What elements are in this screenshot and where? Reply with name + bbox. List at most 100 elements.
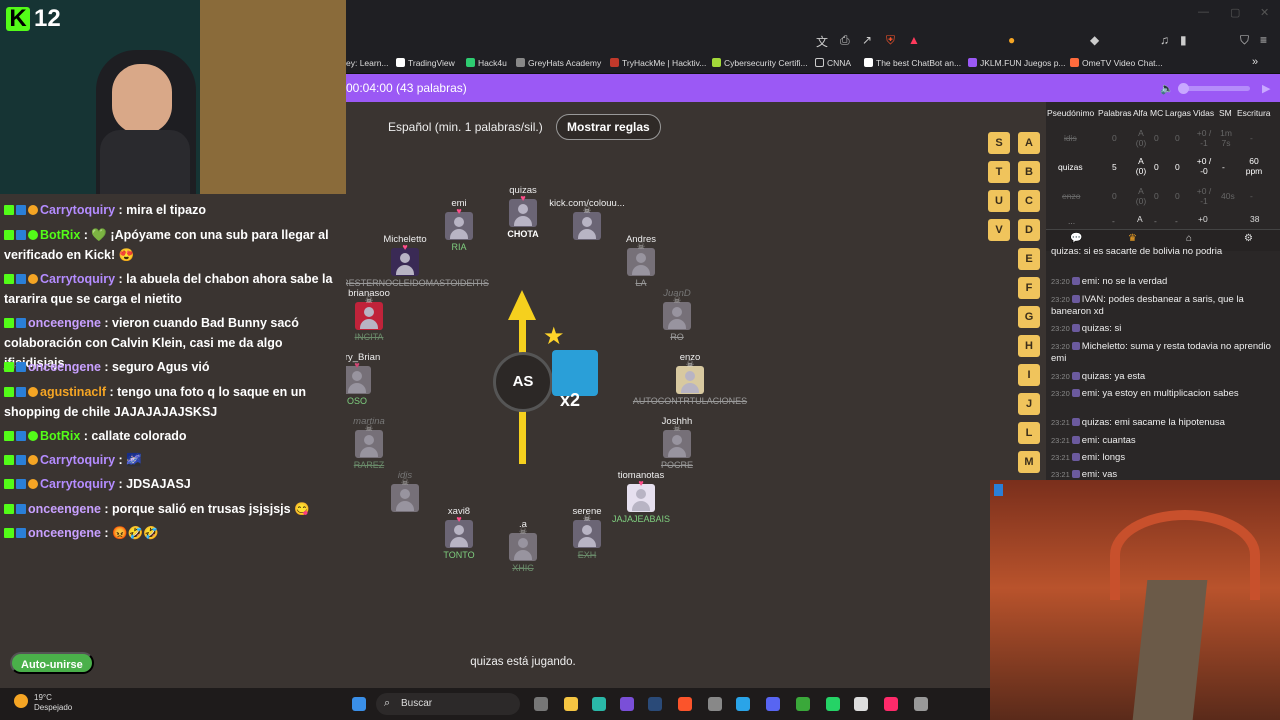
chat-user: onceengene: [28, 360, 101, 374]
settings-icon[interactable]: ⚙: [1244, 233, 1253, 244]
bookmark-item[interactable]: Hack4u: [466, 58, 507, 68]
capcut-icon[interactable]: [854, 697, 868, 711]
score-typing: 38: [1250, 214, 1260, 224]
play-icon[interactable]: ▶: [1262, 82, 1270, 95]
bookmark-item[interactable]: OmeTV Video Chat...: [1070, 58, 1163, 68]
game-header-bar: [346, 74, 1280, 102]
chat-message: 23:20 emi: no se la verdad: [1051, 276, 1168, 287]
chat-message: 23:21 emi: cuantas: [1051, 435, 1136, 446]
bookmark-item[interactable]: The best ChatBot an...: [864, 58, 961, 68]
player-avatar: ♥: [627, 478, 655, 512]
share-icon[interactable]: ↗: [862, 33, 872, 47]
letter-tile: G: [1018, 306, 1040, 328]
menu-icon[interactable]: ≡: [1260, 33, 1267, 47]
col-header: Largas: [1165, 108, 1191, 118]
room-icon[interactable]: ⌂: [1186, 233, 1192, 244]
show-rules-button[interactable]: Mostrar reglas: [556, 114, 661, 140]
vpn-icon[interactable]: ⛉: [1240, 33, 1249, 48]
score-lives: +0 / -1: [1196, 186, 1212, 206]
heart-icon: ♥: [638, 478, 644, 488]
skull-icon: ☠: [636, 241, 646, 251]
chat-message: 23:20 Micheletto: suma y resta todavia no…: [1051, 341, 1271, 364]
score-lives: +0: [1198, 214, 1208, 224]
chat-text: mira el tipazo: [126, 203, 207, 217]
maximize-icon[interactable]: ▢: [1230, 6, 1240, 19]
score-typing: 60 ppm: [1245, 156, 1263, 176]
bookmark-item[interactable]: ey: Learn...: [346, 58, 389, 68]
gift-badge-icon: [28, 205, 38, 215]
player-avatar: ☠: [509, 526, 537, 561]
weather-icon[interactable]: [14, 694, 28, 708]
score-long: 0: [1175, 191, 1180, 201]
gift-badge-icon: [28, 479, 38, 489]
score-alfa: A (0): [1135, 156, 1147, 176]
minecraft-icon[interactable]: [796, 697, 810, 711]
bookmark-item[interactable]: Cybersecurity Certifi...: [712, 58, 808, 68]
volume-icon[interactable]: 🔈: [1160, 82, 1174, 95]
player-avatar: ♥: [445, 514, 473, 548]
volume-slider-knob[interactable]: [1178, 83, 1189, 94]
extension-icon[interactable]: ◆: [1090, 33, 1099, 47]
player-avatar: ☠: [573, 513, 601, 548]
discord-icon[interactable]: [766, 697, 780, 711]
brave-rewards-icon[interactable]: ▲: [908, 33, 920, 47]
chat-time: 23:20: [1051, 277, 1070, 286]
task-view-icon[interactable]: [534, 697, 548, 711]
settings-icon[interactable]: [914, 697, 928, 711]
chat-user: Carrytoquiry: [40, 477, 116, 491]
sub-badge-icon: [16, 479, 26, 489]
col-header: MC: [1150, 108, 1164, 118]
telegram-icon[interactable]: [736, 697, 750, 711]
minimize-icon[interactable]: —: [1198, 6, 1209, 18]
media-icon[interactable]: ♫: [1160, 33, 1169, 47]
taskbar-search[interactable]: Buscar: [376, 693, 520, 715]
chat-user: quizas: [1081, 323, 1110, 334]
close-icon[interactable]: ✕: [1260, 6, 1269, 19]
letter-tile: S: [988, 132, 1010, 154]
score-words: 0: [1112, 133, 1117, 143]
user-badge-icon: [1071, 342, 1080, 350]
score-lives: +0 / -1: [1196, 128, 1212, 148]
bookmark-item[interactable]: TradingView: [396, 58, 455, 68]
score-name: enzo: [1062, 191, 1081, 201]
vscode-icon[interactable]: [592, 697, 606, 711]
file-explorer-icon[interactable]: [564, 697, 578, 711]
screenshot-icon[interactable]: ⎙: [840, 33, 850, 48]
brave-shield-icon[interactable]: ⛨: [886, 33, 895, 48]
chat-user: quizas: [1051, 246, 1079, 257]
score-name: idis: [1064, 133, 1077, 143]
bookmark-item[interactable]: GreyHats Academy: [516, 58, 601, 68]
kick-logo-icon: K: [6, 7, 30, 31]
kick-badge-icon: [4, 318, 14, 328]
chat-user: emi: [1081, 452, 1098, 463]
score-words: 5: [1112, 162, 1117, 172]
steam-icon[interactable]: [648, 697, 662, 711]
windows-start-icon[interactable]: [352, 697, 366, 711]
skull-icon: ☠: [518, 526, 528, 536]
heart-icon: ♥: [402, 242, 408, 252]
bookmark-folder[interactable]: CNNA: [815, 58, 851, 68]
translate-icon[interactable]: 文: [816, 33, 828, 50]
letter-tile: I: [1018, 364, 1040, 386]
tiktok-icon[interactable]: [884, 697, 898, 711]
skull-icon: ☠: [364, 423, 374, 433]
trophy-icon[interactable]: ♛: [1128, 233, 1137, 244]
app-icon[interactable]: [620, 697, 634, 711]
skull-icon: ☠: [582, 205, 592, 215]
app-icon[interactable]: [708, 697, 722, 711]
volume-slider[interactable]: [1178, 83, 1250, 94]
user-badge-icon: [1071, 372, 1080, 380]
bookmark-item[interactable]: JKLM.FUN Juegos p...: [968, 58, 1066, 68]
sidebar-icon[interactable]: ▮: [1180, 33, 1187, 47]
chat-bubble-icon[interactable]: 💬: [1070, 233, 1082, 244]
auto-join-button[interactable]: Auto-unirse: [10, 652, 94, 674]
more-bookmarks-icon[interactable]: »: [1252, 56, 1258, 68]
extension-icon[interactable]: ●: [1008, 33, 1015, 47]
chat-user: quizas: [1081, 371, 1110, 382]
bookmark-item[interactable]: TryHackMe | Hacktiv...: [610, 58, 706, 68]
player-word: AUTOCONTRTULACIONES: [632, 396, 748, 406]
weather-widget[interactable]: 19°C Despejado: [34, 693, 72, 713]
chat-time: 23:20: [1051, 295, 1070, 304]
brave-icon[interactable]: [678, 697, 692, 711]
whatsapp-icon[interactable]: [826, 697, 840, 711]
